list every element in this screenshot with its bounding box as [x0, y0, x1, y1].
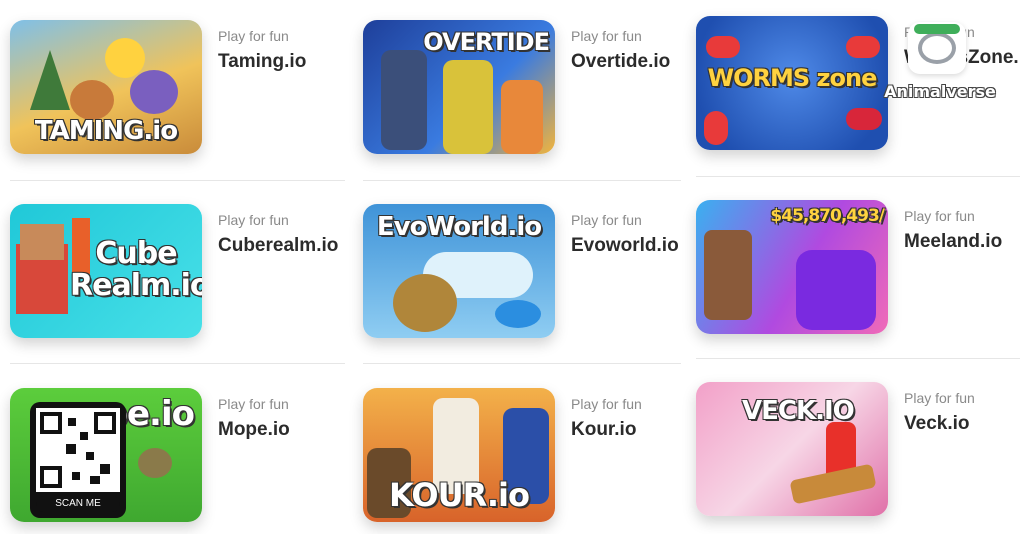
game-title[interactable]: Mope.io: [218, 419, 290, 441]
watermark-text: Animalverse: [884, 82, 996, 101]
game-title[interactable]: Evoworld.io: [571, 235, 679, 257]
game-thumbnail[interactable]: OVERTIDE: [363, 20, 555, 154]
thumbnail-title: KOUR.io: [389, 476, 530, 514]
game-subtitle: Play for fun: [571, 396, 642, 412]
game-subtitle: Play for fun: [571, 212, 642, 228]
row-divider: [363, 180, 681, 181]
game-subtitle: Play for fun: [571, 28, 642, 44]
scan-me-label: SCAN ME: [36, 496, 120, 512]
game-thumbnail[interactable]: TAMING.io: [10, 20, 202, 154]
game-title[interactable]: Kour.io: [571, 419, 642, 441]
qr-code-icon: [36, 408, 120, 492]
row-divider: [10, 363, 345, 364]
game-thumbnail[interactable]: Cube Realm.io: [10, 204, 202, 338]
qr-code-overlay[interactable]: SCAN ME: [30, 402, 126, 518]
row-divider: [696, 176, 1020, 177]
game-subtitle: Play for fun: [218, 28, 289, 44]
thumbnail-title: EvoWorld.io: [376, 212, 542, 242]
thumbnail-title: WORMS zone: [707, 64, 878, 92]
thumbnail-title: OVERTIDE: [423, 28, 550, 56]
row-divider: [10, 180, 345, 181]
thumbnail-title: $45,870,493/: [770, 206, 885, 226]
game-thumbnail[interactable]: KOUR.io: [363, 388, 555, 522]
animalverse-watermark: Animalverse: [880, 18, 1000, 108]
game-subtitle: Play for fun: [218, 396, 289, 412]
game-title[interactable]: Overtide.io: [571, 51, 670, 73]
thumbnail-title: Cube Realm.io: [70, 236, 202, 303]
thumbnail-title: VECK.IO: [742, 396, 855, 426]
row-divider: [696, 358, 1020, 359]
thumbnail-title: TAMING.io: [34, 116, 178, 146]
row-divider: [363, 363, 681, 364]
animalverse-logo-icon: [908, 22, 966, 74]
game-title[interactable]: Meeland.io: [904, 231, 1002, 253]
game-title[interactable]: Cuberealm.io: [218, 235, 338, 257]
game-subtitle: Play for fun: [218, 212, 289, 228]
game-thumbnail[interactable]: EvoWorld.io: [363, 204, 555, 338]
game-subtitle: Play for fun: [904, 390, 975, 406]
game-thumbnail[interactable]: VECK.IO: [696, 382, 888, 516]
game-thumbnail[interactable]: $45,870,493/: [696, 200, 888, 334]
game-title[interactable]: Taming.io: [218, 51, 306, 73]
game-thumbnail[interactable]: WORMS zone: [696, 16, 888, 150]
game-title[interactable]: Veck.io: [904, 413, 975, 435]
game-subtitle: Play for fun: [904, 208, 975, 224]
